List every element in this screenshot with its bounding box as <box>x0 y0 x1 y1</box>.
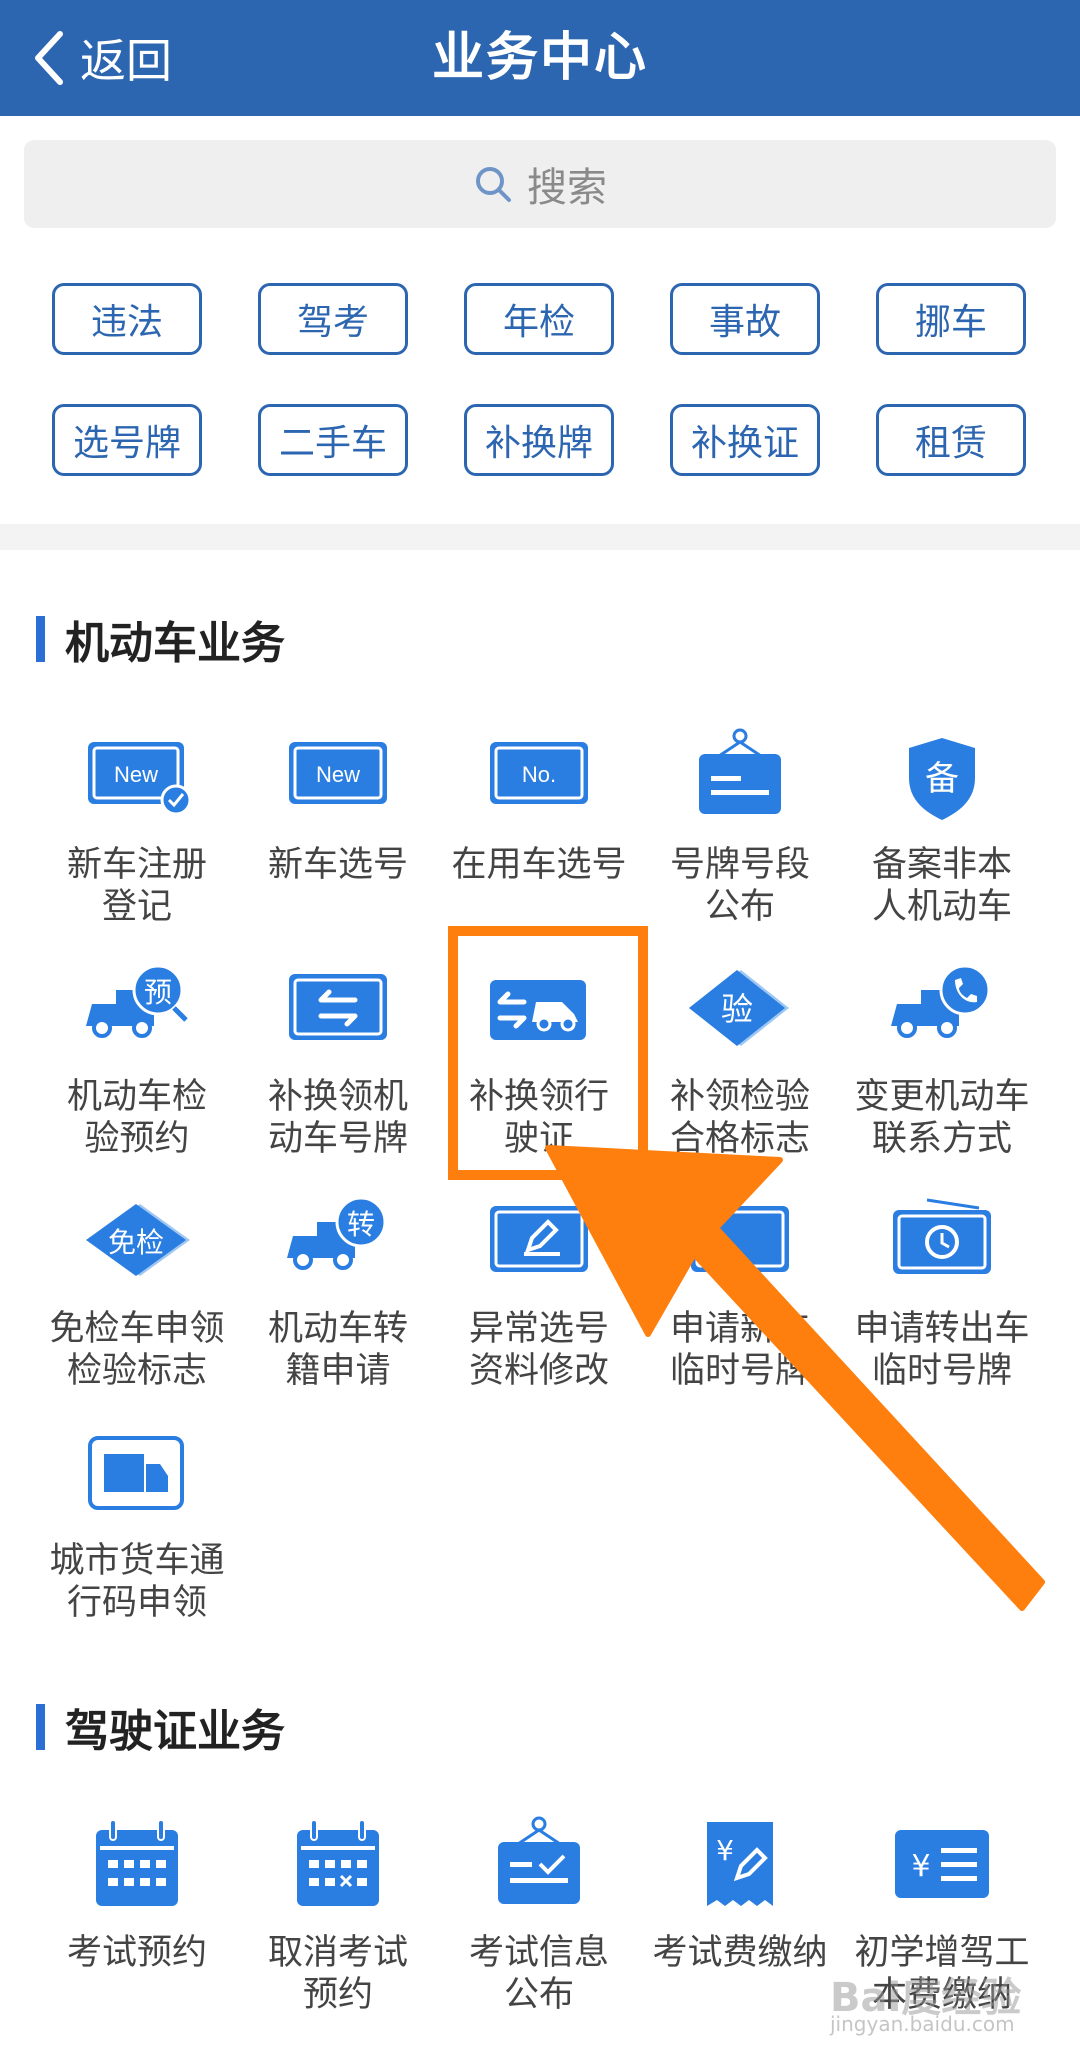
svg-text:预: 预 <box>144 976 172 1009</box>
watermark-url: jingyan.baidu.com <box>830 2012 1015 2036</box>
service-abnormal-edit[interactable]: 异常选号 资料修改 <box>439 1192 639 1392</box>
new-plate-icon: New <box>289 742 387 804</box>
service-label: 申请转出车 临时号牌 <box>854 1309 1030 1391</box>
service-new-car-select[interactable]: New 新车选号 <box>238 728 438 886</box>
svg-text:转: 转 <box>347 1208 375 1241</box>
plate-no-icon: No. <box>490 742 588 804</box>
shield-record-icon: 备 <box>909 738 975 820</box>
plate-edit-icon <box>490 1206 588 1272</box>
service-label: 补换领行 驶证 <box>468 1077 609 1159</box>
service-exempt-mark[interactable]: 免检 免检车申领 检验标志 <box>37 1192 237 1392</box>
service-exam-info[interactable]: 考试信息 公布 <box>439 1816 639 2016</box>
service-transfer[interactable]: 转 机动车转 籍申请 <box>238 1192 438 1392</box>
tag-replace-plate[interactable]: 补换牌 <box>464 404 614 476</box>
plate-clock-icon <box>893 1198 991 1274</box>
service-label: 取消考试 预约 <box>267 1933 408 2015</box>
service-inspection-reserve[interactable]: 预 机动车检 验预约 <box>37 960 237 1160</box>
service-label: 机动车转 籍申请 <box>267 1309 408 1391</box>
top-bar: 返回 业务中心 <box>0 0 1080 116</box>
svg-text:¥: ¥ <box>716 1834 734 1867</box>
svg-text:免检: 免检 <box>108 1226 164 1259</box>
svg-text:备: 备 <box>925 759 959 799</box>
svg-text:¥: ¥ <box>911 1849 930 1884</box>
service-city-truck-pass[interactable]: 城市货车通 行码申领 <box>37 1424 237 1624</box>
service-label: 城市货车通 行码申领 <box>49 1541 225 1623</box>
truck-phone-icon <box>891 964 991 1038</box>
tag-violation[interactable]: 违法 <box>52 283 202 355</box>
tag-accident[interactable]: 事故 <box>670 283 820 355</box>
section-title-text: 机动车业务 <box>65 618 285 669</box>
service-new-car-register[interactable]: New 新车注册 登记 <box>37 728 237 928</box>
service-label: 在用车选号 <box>451 845 627 885</box>
service-label: 考试信息 公布 <box>468 1933 609 2015</box>
service-inspection-mark[interactable]: 验 补领检验 合格标志 <box>640 960 840 1160</box>
service-label: 补换领机 动车号牌 <box>267 1077 408 1159</box>
service-label: 新车注册 登记 <box>66 845 207 927</box>
tag-replace-license[interactable]: 补换证 <box>670 404 820 476</box>
service-change-contact[interactable]: 变更机动车 联系方式 <box>842 960 1042 1160</box>
service-outgoing-temp-plate[interactable]: 申请转出车 临时号牌 <box>842 1192 1042 1392</box>
calendar-icon <box>96 1819 178 1906</box>
page-title: 业务中心 <box>431 27 648 88</box>
plate-swap-icon <box>289 974 387 1040</box>
service-label: 考试费缴纳 <box>652 1933 828 1973</box>
service-in-use-select[interactable]: No. 在用车选号 <box>439 728 639 886</box>
service-label: 异常选号 资料修改 <box>468 1309 609 1391</box>
service-exam-cancel[interactable]: 取消考试 预约 <box>238 1816 438 2016</box>
service-record-vehicle[interactable]: 备 备案非本 人机动车 <box>842 728 1042 928</box>
exempt-diamond-icon: 免检 <box>86 1204 190 1276</box>
truck-transfer-icon: 转 <box>287 1196 387 1270</box>
car-swap-icon <box>490 980 586 1040</box>
search-input[interactable]: 搜索 <box>24 140 1056 228</box>
tag-annual-inspection[interactable]: 年检 <box>464 283 614 355</box>
inspect-diamond-icon: 验 <box>689 970 789 1046</box>
svg-text:No.: No. <box>522 762 556 787</box>
service-label: 申请新车 临时号牌 <box>669 1309 810 1391</box>
service-label: 考试预约 <box>66 1933 207 1973</box>
section-title-text: 驾驶证业务 <box>65 1706 285 1757</box>
cargo-truck-icon <box>88 1436 184 1510</box>
service-exam-reserve[interactable]: 考试预约 <box>37 1816 237 1974</box>
tag-move-car[interactable]: 挪车 <box>876 283 1026 355</box>
truck-reserve-icon: 预 <box>86 964 188 1038</box>
service-label: 变更机动车 联系方式 <box>854 1077 1030 1159</box>
service-replace-plate[interactable]: 补换领机 动车号牌 <box>238 960 438 1160</box>
service-label: 机动车检 验预约 <box>66 1077 207 1159</box>
svg-text:验: 验 <box>721 990 753 1028</box>
service-exam-fee[interactable]: ¥ 考试费缴纳 <box>640 1816 840 1974</box>
service-label: 备案非本 人机动车 <box>871 845 1012 927</box>
section-title-vehicle: 机动车业务 <box>36 614 285 669</box>
section-divider <box>0 524 1080 550</box>
temp-plate-icon <box>691 1206 789 1272</box>
service-plate-range[interactable]: 号牌号段 公布 <box>640 728 840 928</box>
section-marker <box>36 1704 45 1750</box>
calendar-cancel-icon <box>297 1819 379 1906</box>
svg-text:New: New <box>316 762 360 787</box>
service-replace-driving-license[interactable]: 补换领行 驶证 <box>439 960 639 1160</box>
tag-used-car[interactable]: 二手车 <box>258 404 408 476</box>
search-placeholder: 搜索 <box>527 165 607 211</box>
svg-text:New: New <box>114 762 158 787</box>
tag-rental[interactable]: 租赁 <box>876 404 1026 476</box>
tag-driving-test[interactable]: 驾考 <box>258 283 408 355</box>
section-marker <box>36 616 45 662</box>
new-plate-check-icon: New <box>88 742 192 816</box>
service-label: 新车选号 <box>267 845 408 885</box>
fee-receipt-icon: ¥ <box>707 1822 773 1906</box>
service-label: 号牌号段 公布 <box>669 845 810 927</box>
search-icon <box>476 167 511 202</box>
tag-select-plate[interactable]: 选号牌 <box>52 404 202 476</box>
service-label: 免检车申领 检验标志 <box>49 1309 225 1391</box>
service-new-temp-plate[interactable]: 申请新车 临时号牌 <box>640 1192 840 1392</box>
yen-list-icon: ¥ <box>895 1830 989 1898</box>
notice-board-icon <box>498 1816 580 1904</box>
service-label: 补领检验 合格标志 <box>669 1077 810 1159</box>
sign-board-icon <box>699 728 781 814</box>
section-title-license: 驾驶证业务 <box>36 1702 285 1757</box>
